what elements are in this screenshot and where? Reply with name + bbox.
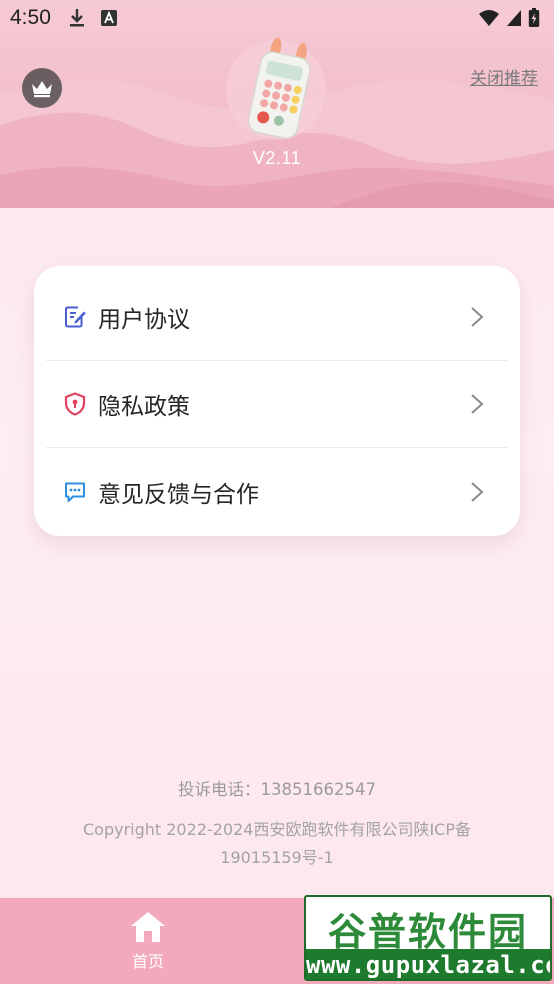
header-banner: 4:50 关闭推荐 V2.11 (0, 0, 554, 208)
complaint-phone: 投诉电话：13851662547 (178, 780, 376, 799)
site-watermark: 谷普软件园 www.gupuxlazal.com (304, 895, 552, 981)
menu-item-label: 意见反馈与合作 (98, 481, 259, 508)
crown-icon (32, 81, 52, 98)
watermark-title: 谷普软件园 (327, 910, 528, 954)
calculator-app-icon (226, 37, 326, 140)
menu-item-privacy-policy[interactable]: 隐私政策 (46, 361, 508, 448)
vip-crown-button[interactable] (22, 68, 62, 108)
app-version: V2.11 (252, 148, 302, 168)
watermark-url: www.gupuxlazal.com (306, 949, 552, 979)
chat-bubble-icon (62, 479, 88, 505)
menu-item-label: 隐私政策 (98, 394, 190, 420)
home-icon (131, 912, 165, 942)
shield-lock-icon (62, 391, 88, 417)
menu-item-feedback[interactable]: 意见反馈与合作 (46, 448, 508, 535)
close-recommendation-link[interactable]: 关闭推荐 (470, 64, 538, 89)
menu-item-label: 用户协议 (98, 307, 190, 333)
nav-tab-home[interactable]: 首页 (112, 910, 184, 974)
chevron-right-icon (471, 307, 484, 327)
nav-tab-label: 首页 (131, 952, 164, 971)
copyright-text: Copyright 2022-2024西安欧跑软件有限公司陕ICP备190151… (82, 820, 472, 867)
signal-icon (507, 10, 521, 26)
font-a-icon (100, 10, 117, 26)
chevron-right-icon (471, 394, 484, 414)
download-icon (69, 9, 84, 27)
menu-item-user-agreement[interactable]: 用户协议 (46, 274, 508, 361)
chevron-right-icon (471, 481, 484, 502)
wifi-icon (479, 10, 499, 26)
battery-icon (528, 8, 540, 27)
document-edit-icon (62, 304, 88, 330)
status-time: 4:50 (10, 6, 51, 29)
status-bar: 4:50 (0, 0, 554, 36)
settings-card: 用户协议 隐私政策 意见反馈与合作 (34, 266, 520, 536)
